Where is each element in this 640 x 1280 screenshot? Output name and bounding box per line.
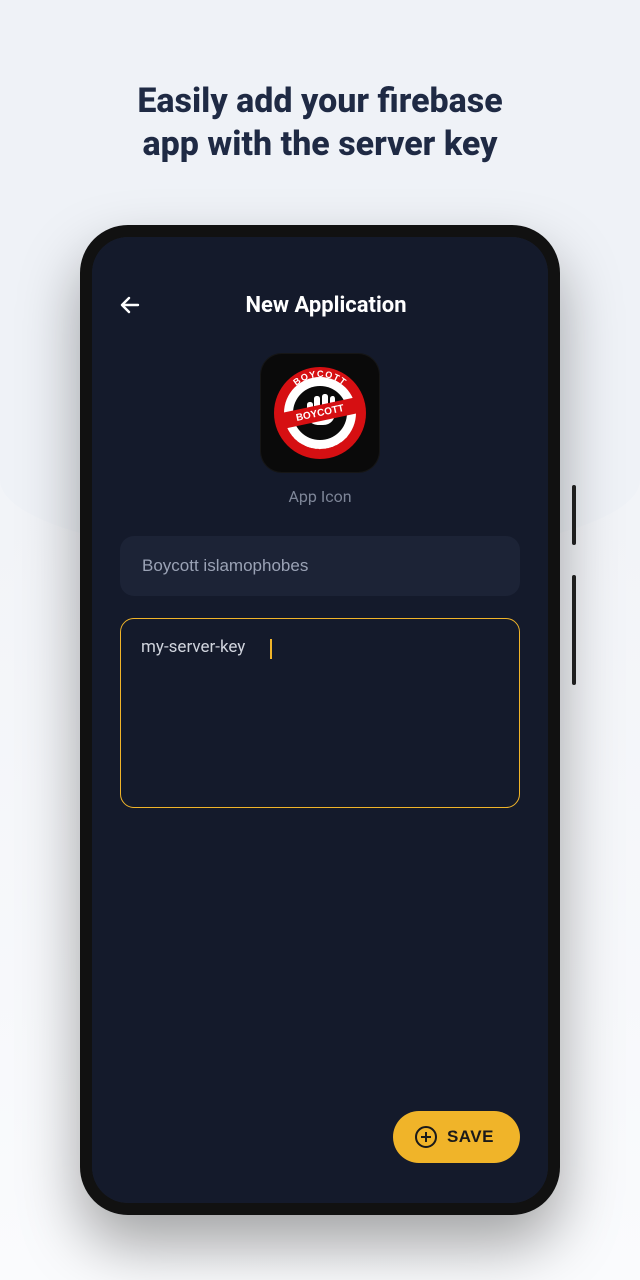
save-button[interactable]: SAVE [393,1111,520,1163]
boycott-badge-icon: BOYCOTT BOYCOTT ISLAMOPHOBES [270,363,370,463]
app-name-input[interactable] [120,536,520,596]
app-icon-block: BOYCOTT BOYCOTT ISLAMOPHOBES [92,353,548,506]
app-icon[interactable]: BOYCOTT BOYCOTT ISLAMOPHOBES [260,353,380,473]
promo-headline-line-1: Easily add your firebase [40,80,600,123]
server-key-field[interactable]: my-server-key [120,618,520,808]
phone-mockup: New Application BOYCOTT [80,225,560,1215]
page-title: New Application [124,293,528,318]
form-area: my-server-key [92,506,548,808]
promo-headline-line-2: app with the server key [40,123,600,166]
circle-plus-icon [415,1126,437,1148]
server-key-textarea[interactable] [141,637,499,789]
app-screen: New Application BOYCOTT [92,237,548,1203]
save-button-label: SAVE [447,1127,494,1147]
app-header: New Application [92,237,548,333]
phone-side-button [572,575,576,685]
app-icon-caption: App Icon [288,487,351,506]
phone-side-button [572,485,576,545]
promo-headline: Easily add your firebase app with the se… [0,0,640,165]
text-caret [270,639,272,659]
